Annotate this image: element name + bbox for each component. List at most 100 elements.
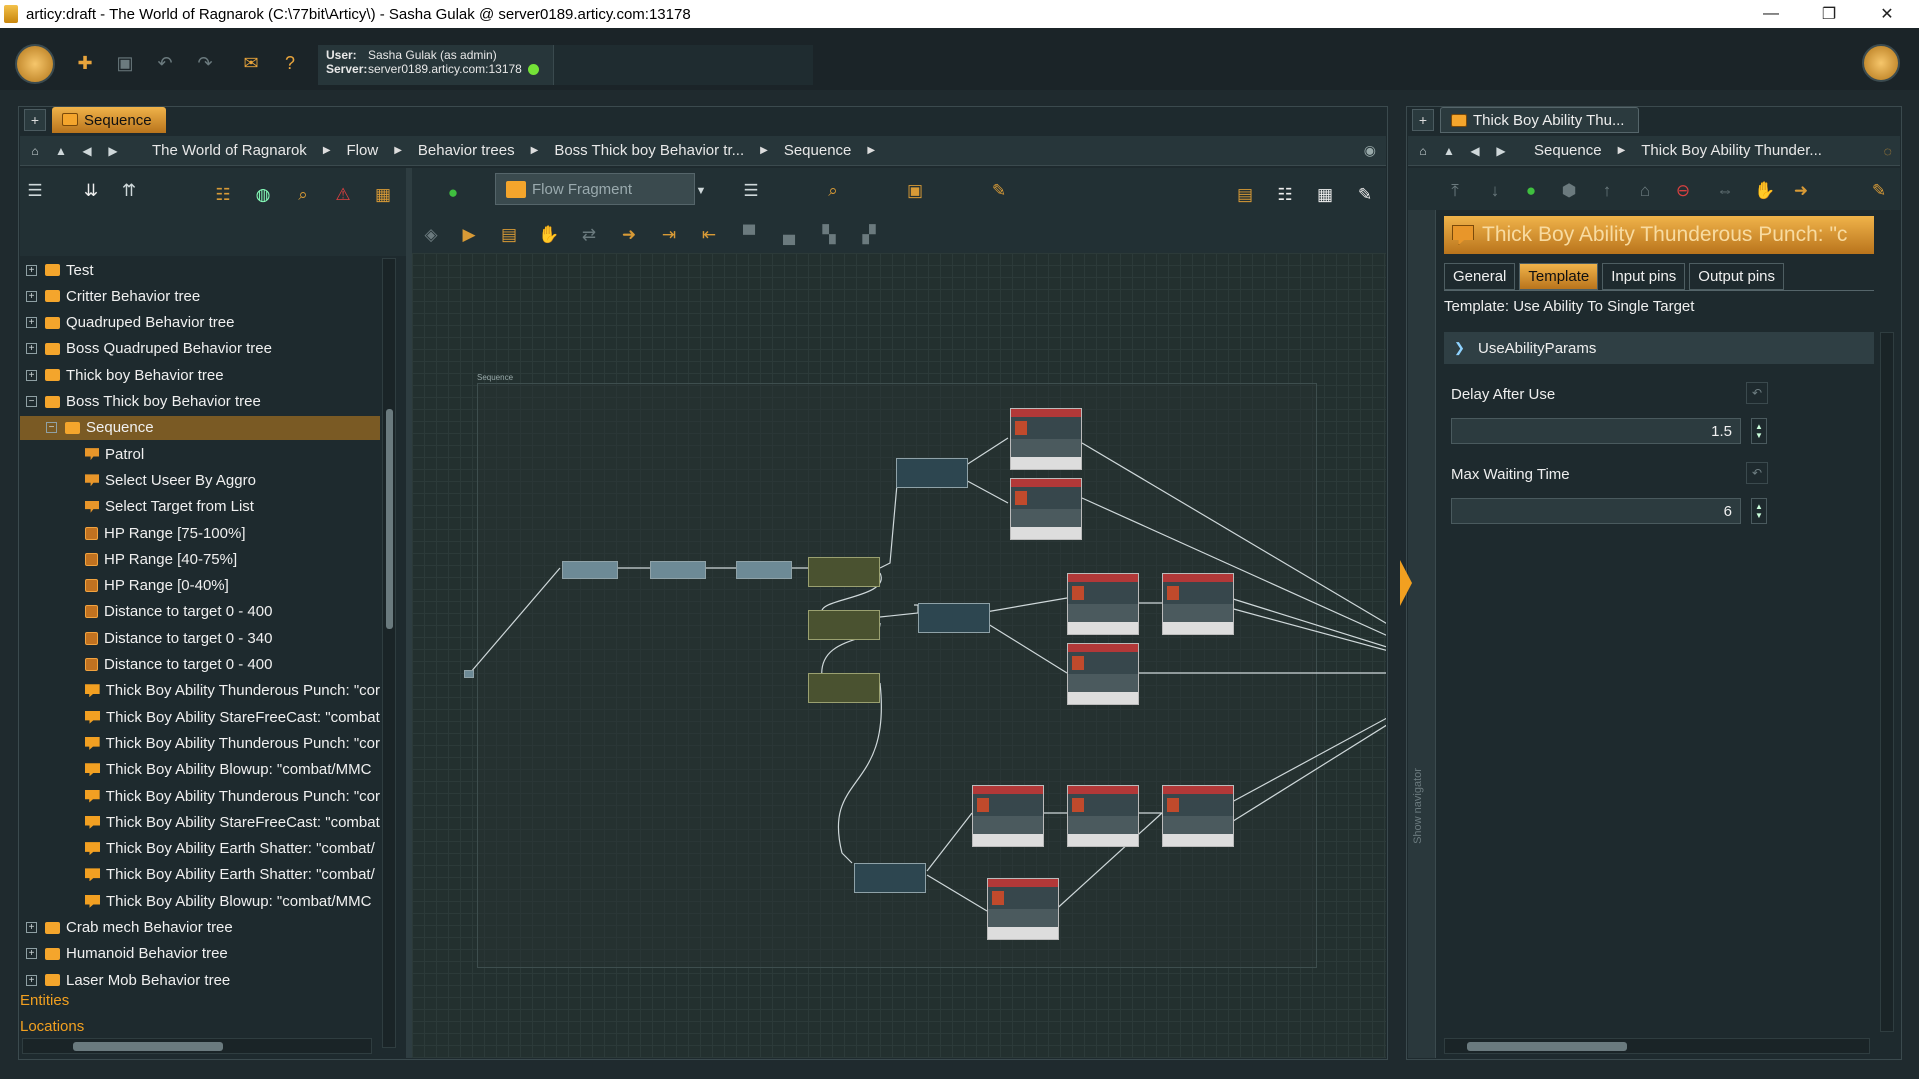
properties-icon[interactable]: ✎ — [1866, 178, 1892, 204]
rss-icon[interactable]: ◉ — [1364, 142, 1376, 159]
dialogue-node[interactable] — [1067, 643, 1139, 705]
tab-output-pins[interactable]: Output pins — [1689, 263, 1785, 290]
tree-item[interactable]: + Laser Mob Behavior tree — [20, 968, 380, 992]
minimize-button[interactable]: — — [1742, 0, 1800, 28]
property-hscrollbar[interactable] — [1444, 1038, 1870, 1054]
collapse-all-icon[interactable]: ⇊ — [78, 178, 104, 204]
hand-icon[interactable]: ✋ — [536, 222, 562, 248]
play-icon[interactable]: ▶ — [456, 222, 482, 248]
tree-item[interactable]: Thick Boy Ability Thunderous Punch: "cor — [20, 731, 380, 755]
remove-icon[interactable]: ⊖ — [1670, 178, 1696, 204]
nav-forward-icon[interactable]: ▶ — [1490, 140, 1512, 162]
input-pin[interactable] — [464, 670, 474, 678]
calculator-icon[interactable]: ▦ — [370, 182, 396, 208]
flow-canvas[interactable]: Sequence — [412, 253, 1386, 1058]
tree-item[interactable]: Patrol — [20, 442, 380, 466]
tree-item[interactable]: Distance to target 0 - 340 — [20, 626, 380, 650]
lock-icon[interactable]: ⌂ — [1632, 178, 1658, 204]
nav-up-icon[interactable]: ▲ — [50, 140, 72, 162]
nav-forward-icon[interactable]: ▶ — [102, 140, 124, 162]
tree-item[interactable]: + Test — [20, 258, 380, 282]
layout-icon[interactable]: ▤ — [1232, 182, 1258, 208]
tree-item[interactable]: Thick Boy Ability Thunderous Punch: "cor — [20, 679, 380, 703]
pin-out-icon[interactable]: ⇤ — [696, 222, 722, 248]
user-menu-icon[interactable] — [15, 44, 55, 84]
expand-icon[interactable]: + — [26, 922, 37, 933]
view-mode-icon[interactable]: ☰ — [22, 178, 48, 204]
tab-sequence[interactable]: Sequence — [52, 107, 166, 133]
breadcrumb-separator-icon[interactable]: ▶ — [754, 145, 774, 156]
undo-icon[interactable]: ↶ — [150, 48, 180, 78]
connect-icon[interactable]: ⇄ — [576, 222, 602, 248]
expand-all-icon[interactable]: ⇈ — [116, 178, 142, 204]
insert-icon[interactable]: ▤ — [496, 222, 522, 248]
close-button[interactable]: ✕ — [1858, 0, 1916, 28]
zoom-icon[interactable]: ⌕ — [820, 178, 846, 204]
dropdown-arrow-icon[interactable]: ▼ — [688, 178, 714, 204]
tree-item[interactable]: + Quadruped Behavior tree — [20, 311, 380, 335]
category-entities[interactable]: Entities — [20, 992, 69, 1009]
mail-icon[interactable]: ✉ — [236, 48, 266, 78]
breadcrumb-item[interactable]: The World of Ragnarok — [142, 142, 317, 159]
breadcrumb-separator-icon[interactable]: ▶ — [1612, 145, 1632, 156]
tree-item[interactable]: HP Range [75-100%] — [20, 521, 380, 545]
dialogue-node[interactable] — [1010, 478, 1082, 540]
node-tool-icon[interactable]: ◈ — [418, 222, 444, 248]
category-locations[interactable]: Locations — [20, 1018, 84, 1035]
edit-icon[interactable]: ✎ — [986, 178, 1012, 204]
script-node[interactable] — [562, 561, 618, 579]
dialogue-node[interactable] — [972, 785, 1044, 847]
dialogue-node[interactable] — [1162, 785, 1234, 847]
tab-thick-boy[interactable]: Thick Boy Ability Thu... — [1440, 107, 1640, 133]
delay-after-use-input[interactable]: 1.5 — [1451, 418, 1741, 444]
expand-icon[interactable]: + — [26, 264, 37, 276]
move-top-icon[interactable]: ⤒ — [1442, 178, 1468, 204]
tab-template[interactable]: Template — [1519, 263, 1599, 290]
condition-node[interactable] — [808, 610, 880, 640]
dialogue-node[interactable] — [1067, 573, 1139, 635]
grid-view-icon[interactable]: ▦ — [1312, 182, 1338, 208]
tree-item[interactable]: HP Range [40-75%] — [20, 547, 380, 571]
help-icon[interactable]: ? — [275, 48, 305, 78]
nav-back-icon[interactable]: ◀ — [1464, 140, 1486, 162]
tree-item[interactable]: Thick Boy Ability Thunderous Punch: "cor — [20, 784, 380, 808]
home-icon[interactable]: ⌂ — [1412, 140, 1434, 162]
tree-item[interactable]: Thick Boy Ability Earth Shatter: "combat… — [20, 863, 380, 887]
breadcrumb-item[interactable]: Behavior trees — [408, 142, 525, 159]
breadcrumb-separator-icon[interactable]: ▶ — [317, 145, 337, 156]
align-icon[interactable]: ▀ — [736, 222, 762, 248]
tree-item[interactable]: + Critter Behavior tree — [20, 284, 380, 308]
tree-scrollbar[interactable] — [382, 258, 396, 1048]
tree-item[interactable]: HP Range [0-40%] — [20, 574, 380, 598]
tree-item[interactable]: Select Target from List — [20, 495, 380, 519]
list-view-icon[interactable]: ☷ — [1272, 182, 1298, 208]
tree-item[interactable]: Thick Boy Ability Blowup: "combat/MMC — [20, 889, 380, 913]
tree-item[interactable]: Thick Boy Ability StareFreeCast: "combat — [20, 705, 380, 729]
condition-node[interactable] — [808, 557, 880, 587]
save-icon[interactable]: ▣ — [110, 48, 140, 78]
tree-item[interactable]: Thick Boy Ability Blowup: "combat/MMC — [20, 758, 380, 782]
reset-icon[interactable]: ↶ — [1746, 462, 1768, 484]
expand-icon[interactable]: + — [26, 343, 37, 355]
link-icon[interactable]: ⇔ — [1712, 178, 1738, 204]
traffic-light-icon[interactable]: ● — [440, 180, 466, 206]
breadcrumb-item[interactable]: Thick Boy Ability Thunder... — [1631, 142, 1832, 159]
breadcrumb-item[interactable]: Flow — [337, 142, 389, 159]
move-down-icon[interactable]: ↓ — [1482, 178, 1508, 204]
tree-item[interactable]: − Boss Thick boy Behavior tree — [20, 390, 380, 414]
expand-icon[interactable]: + — [26, 974, 37, 986]
add-tab-button[interactable]: + — [1412, 109, 1434, 131]
jump-icon[interactable]: ➜ — [616, 222, 642, 248]
shield-icon[interactable]: ⬢ — [1556, 178, 1582, 204]
group-icon[interactable]: ▞ — [856, 222, 882, 248]
new-item-icon[interactable]: ✚ — [70, 48, 100, 78]
breadcrumb-separator-icon[interactable]: ▶ — [861, 145, 881, 156]
globe-icon[interactable]: ◍ — [250, 182, 276, 208]
dialogue-node[interactable] — [1010, 408, 1082, 470]
hub-node[interactable] — [896, 458, 968, 488]
breadcrumb-separator-icon[interactable]: ▶ — [525, 145, 545, 156]
nav-back-icon[interactable]: ◀ — [76, 140, 98, 162]
max-waiting-stepper[interactable]: ▲ ▼ — [1751, 498, 1767, 524]
show-navigator-strip[interactable]: Show navigator — [1400, 210, 1436, 1058]
restore-button[interactable]: ❐ — [1800, 0, 1858, 28]
